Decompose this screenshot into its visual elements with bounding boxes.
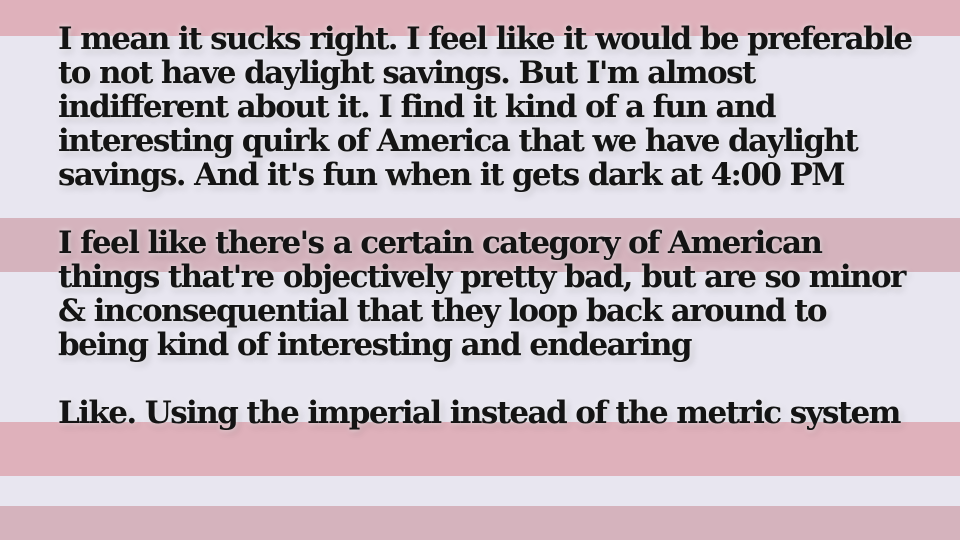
text-line: I mean it sucks right. I feel like it wo… [58,21,913,57]
text-line: interesting quirk of America that we hav… [58,123,859,159]
background-stripe-6 [0,476,960,506]
text-line: to not have daylight savings. But I'm al… [58,55,756,91]
text-line: I feel like there's a certain category o… [58,225,823,261]
background-stripe-7 [0,506,960,540]
text-line: things that're objectively pretty bad, b… [58,259,906,295]
paragraph-american-things: I feel like there's a certain category o… [58,226,938,362]
text-line: & inconsequential that they loop back ar… [58,293,828,329]
text-line: Like. Using the imperial instead of the … [58,395,901,431]
text-body: I mean it sucks right. I feel like it wo… [58,22,938,430]
paragraph-daylight-savings: I mean it sucks right. I feel like it wo… [58,22,938,192]
paragraph-imperial-system: Like. Using the imperial instead of the … [58,396,938,430]
text-line: being kind of interesting and endearing [58,327,693,363]
text-line: savings. And it's fun when it gets dark … [58,157,846,193]
text-line: indifferent about it. I find it kind of … [58,89,777,125]
